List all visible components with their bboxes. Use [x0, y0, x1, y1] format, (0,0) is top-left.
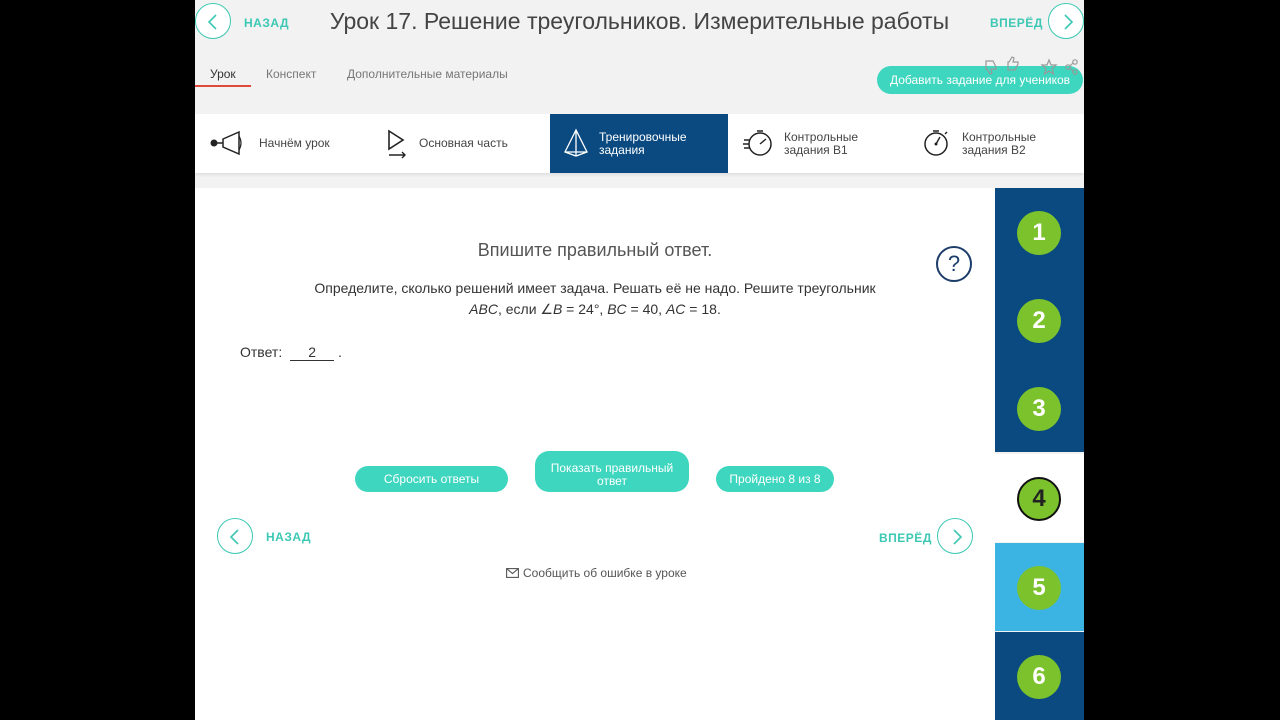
section-label: Контрольные задания В1 — [784, 130, 859, 157]
tab-summary[interactable]: Конспект — [266, 67, 316, 81]
star-icon[interactable] — [1040, 58, 1058, 76]
task-number-list: 1 2 3 4 5 6 — [995, 188, 1084, 720]
header-next-label[interactable]: ВПЕРЁД — [990, 16, 1043, 30]
answer-row: Ответ: 2 . — [240, 344, 342, 361]
section-start-lesson[interactable]: Начнём урок — [195, 114, 375, 173]
section-control-b1[interactable]: Контрольные задания В1 — [728, 114, 906, 173]
reset-answers-button[interactable]: Сбросить ответы — [355, 466, 508, 492]
task-item-6[interactable]: 6 — [995, 632, 1084, 720]
task-number: 1 — [1017, 211, 1061, 255]
task-number: 2 — [1017, 299, 1061, 343]
thumbs-up-icon[interactable] — [1005, 55, 1023, 73]
chevron-left-icon — [229, 529, 239, 545]
help-icon[interactable]: ? — [936, 246, 972, 282]
section-label: Контрольные задания В2 — [962, 130, 1037, 157]
task-instruction: Впишите правильный ответ. — [477, 240, 713, 260]
section-bar: Начнём урок Основная часть Тренировочные… — [195, 114, 1084, 173]
timer-icon — [743, 130, 772, 156]
bottom-next-label[interactable]: ВПЕРЁД — [879, 531, 932, 545]
show-correct-answer-button[interactable]: Показать правильный ответ — [535, 451, 689, 492]
task-item-3[interactable]: 3 — [995, 364, 1084, 452]
answer-label: Ответ: — [240, 344, 283, 360]
answer-input[interactable]: 2 — [290, 344, 335, 361]
task-item-4[interactable]: 4 — [995, 454, 1084, 542]
report-error-link[interactable]: Сообщить об ошибке в уроке — [506, 566, 687, 580]
bottom-back-label[interactable]: НАЗАД — [266, 530, 311, 544]
task-content: Впишите правильный ответ. ? Определите, … — [195, 188, 995, 720]
section-control-b2[interactable]: Контрольные задания В2 — [906, 114, 1084, 173]
section-label: Основная часть — [419, 136, 508, 150]
section-label: Тренировочные задания — [599, 130, 687, 157]
bottom-back-button[interactable] — [217, 518, 253, 554]
envelope-icon — [506, 568, 519, 578]
megaphone-icon — [210, 130, 242, 156]
share-icon[interactable] — [1064, 58, 1080, 76]
lesson-page: НАЗАД Урок 17. Решение треугольников. Из… — [195, 0, 1084, 720]
task-number: 4 — [1017, 477, 1061, 521]
section-label: Начнём урок — [259, 136, 330, 150]
section-main-part[interactable]: Основная часть — [375, 114, 550, 173]
task-item-1[interactable]: 1 — [995, 188, 1084, 276]
pyramid-icon — [564, 128, 588, 157]
task-item-2[interactable]: 2 — [995, 276, 1084, 364]
thumbs-down-icon[interactable] — [983, 58, 1001, 76]
chevron-right-icon — [953, 529, 963, 545]
page-title: Урок 17. Решение треугольников. Измерите… — [329, 8, 950, 34]
task-number: 3 — [1017, 387, 1061, 431]
task-question: Определите, сколько решений имеет задача… — [314, 280, 876, 317]
task-item-5[interactable]: 5 — [995, 543, 1084, 631]
chevron-right-icon — [1064, 14, 1074, 30]
task-number: 6 — [1017, 655, 1061, 699]
stopwatch-icon — [924, 130, 948, 156]
tab-extra-materials[interactable]: Дополнительные материалы — [347, 67, 508, 81]
progress-button[interactable]: Пройдено 8 из 8 — [716, 466, 834, 492]
play-icon — [388, 129, 406, 159]
header-next-button[interactable] — [1048, 3, 1084, 39]
section-training-tasks[interactable]: Тренировочные задания — [550, 114, 728, 173]
active-tab-underline — [195, 85, 251, 87]
bottom-next-button[interactable] — [937, 518, 973, 554]
tab-lesson[interactable]: Урок — [210, 67, 236, 81]
task-number: 5 — [1017, 566, 1061, 610]
